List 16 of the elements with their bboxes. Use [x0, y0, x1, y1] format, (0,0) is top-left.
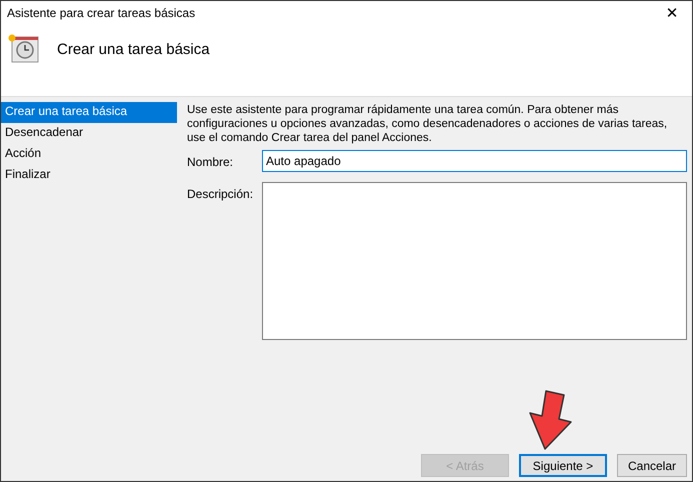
close-button[interactable]: ✕: [652, 1, 692, 25]
pointer-arrow-icon: [528, 389, 574, 451]
name-label: Nombre:: [187, 154, 234, 169]
description-label: Descripción:: [187, 186, 254, 201]
name-field[interactable]: Auto apagado: [262, 150, 687, 172]
calendar-clock-icon: [7, 33, 39, 63]
sidebar-step[interactable]: Crear una tarea básica: [1, 102, 177, 123]
wizard-button[interactable]: Cancelar: [617, 454, 687, 477]
sidebar-step[interactable]: Acción: [1, 144, 177, 165]
sidebar-step[interactable]: Finalizar: [1, 165, 177, 186]
sidebar-step[interactable]: Desencadenar: [1, 123, 177, 144]
intro-text: Use este asistente para programar rápidamente una tarea común. Para obtener más configuraciones u opciones avanzadas, como desencadenadores o acciones de varias tareas, use el comando Crear tarea del panel Acciones.: [187, 103, 668, 145]
wizard-button[interactable]: Siguiente >: [519, 454, 607, 477]
wizard-heading: Crear una tarea básica: [57, 41, 210, 58]
window-title: Asistente para crear tareas básicas: [7, 6, 196, 20]
description-field[interactable]: [262, 182, 687, 340]
